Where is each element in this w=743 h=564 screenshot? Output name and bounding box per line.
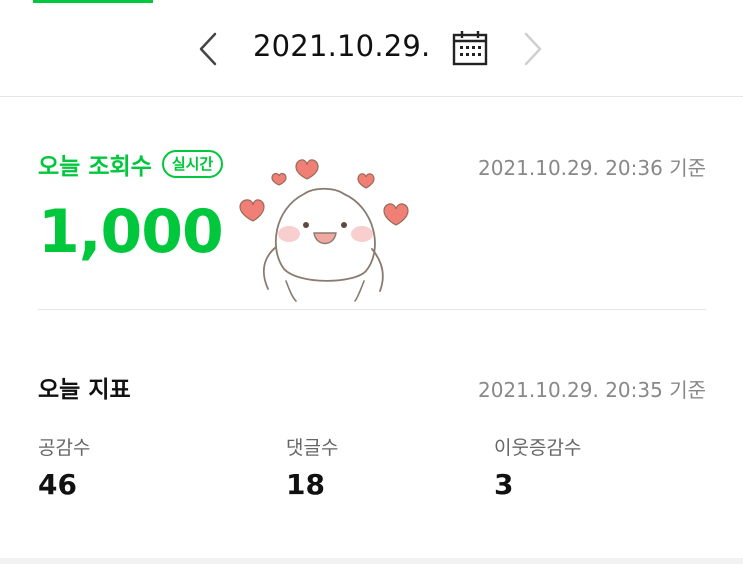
metrics-title: 오늘 지표 [38,377,131,403]
date-navigation: 2021.10.29. [0,0,743,97]
metric-label: 댓글수 [286,437,339,459]
metric-value: 46 [38,468,77,501]
metric-value: 3 [494,468,514,501]
today-metrics-card: 오늘 지표 2021.10.29. 20:35 기준 공감수 46 댓글수 18… [38,340,706,540]
current-date: 2021.10.29. [253,29,431,63]
views-count: 1,000 [38,197,224,267]
views-title-row: 오늘 조회수 실시간 [38,147,224,181]
metric-likes: 공감수 46 [38,433,90,501]
metric-label: 공감수 [38,437,91,459]
views-timestamp: 2021.10.29. 20:36 기준 [477,156,706,180]
metric-neighbor-change: 이웃증감수 3 [494,433,581,501]
metric-comments: 댓글수 18 [286,433,338,501]
metrics-timestamp: 2021.10.29. 20:35 기준 [477,378,706,402]
chevron-left-icon[interactable] [195,30,223,68]
mascot-illustration [239,159,409,302]
realtime-badge: 실시간 [161,150,224,178]
calendar-icon[interactable] [451,29,489,67]
chevron-right-icon[interactable] [518,30,546,68]
views-title: 오늘 조회수 [38,154,152,180]
today-views-card: 오늘 조회수 실시간 1,000 2021.10.29. 20:36 기준 [38,97,706,310]
metric-label: 이웃증감수 [494,437,582,459]
section-divider [0,558,743,564]
metric-value: 18 [286,468,325,501]
